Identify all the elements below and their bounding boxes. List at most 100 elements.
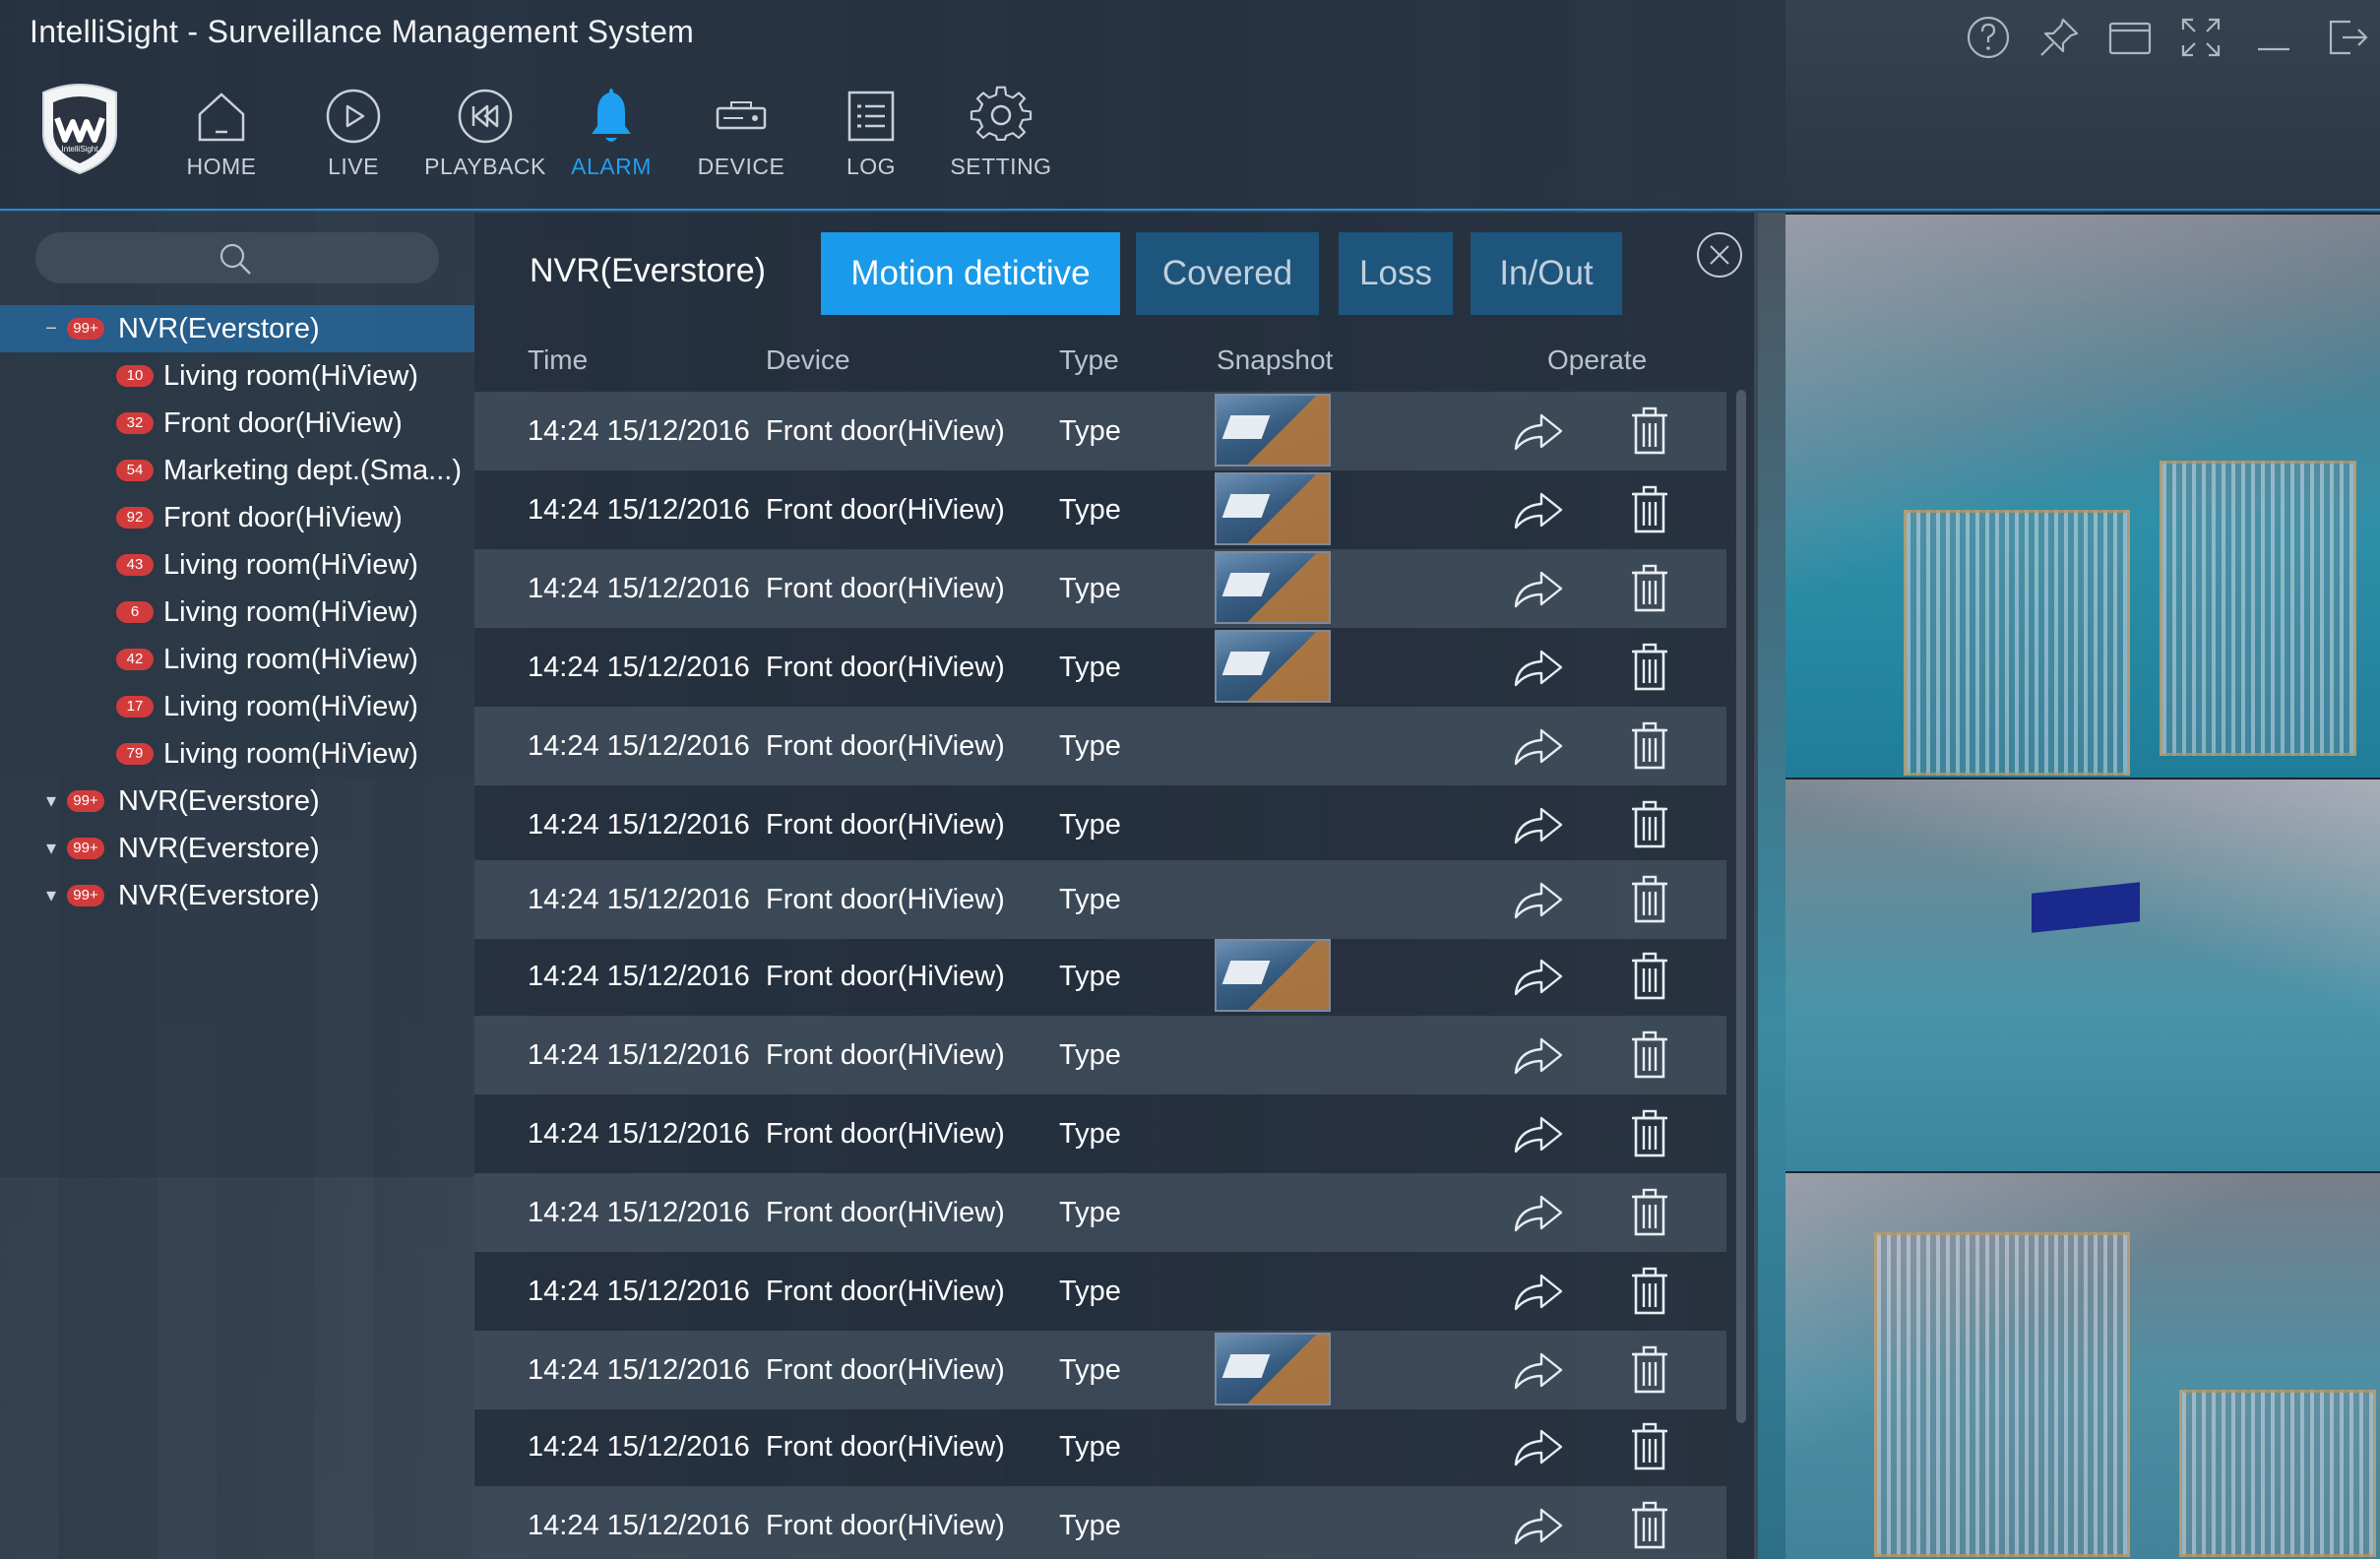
share-icon[interactable] — [1510, 1344, 1565, 1396]
nav-live-label: LIVE — [328, 154, 379, 179]
table-row[interactable]: 14:24 15/12/2016 Front door(HiView) Type — [474, 860, 1726, 939]
tree-item-camera[interactable]: 79 Living room(HiView) — [0, 730, 474, 778]
tree-group-nvr[interactable]: ▾ 99+ NVR(Everstore) — [0, 872, 474, 919]
share-icon[interactable] — [1510, 405, 1565, 457]
share-icon[interactable] — [1510, 1421, 1565, 1472]
chevron-down-icon[interactable]: ▾ — [39, 884, 63, 907]
tree-group-nvr[interactable]: − 99+ NVR(Everstore) — [0, 305, 474, 352]
logout-icon[interactable] — [2323, 14, 2370, 61]
tree-item-camera[interactable]: 92 Front door(HiView) — [0, 494, 474, 541]
table-row[interactable]: 14:24 15/12/2016 Front door(HiView) Type — [474, 1331, 1726, 1409]
close-icon[interactable] — [1695, 230, 1744, 280]
tree-item-camera[interactable]: 32 Front door(HiView) — [0, 400, 474, 447]
share-icon[interactable] — [1510, 563, 1565, 614]
alarm-type: Type — [1059, 494, 1121, 526]
scrollbar[interactable] — [1736, 390, 1746, 1423]
trash-icon[interactable] — [1628, 561, 1671, 616]
table-row[interactable]: 14:24 15/12/2016 Front door(HiView) Type — [474, 1173, 1726, 1252]
tab-loss[interactable]: Loss — [1339, 232, 1453, 315]
nav-log-label: LOG — [846, 154, 897, 179]
tree-item-camera[interactable]: 17 Living room(HiView) — [0, 683, 474, 730]
trash-icon[interactable] — [1628, 797, 1671, 852]
chevron-down-icon[interactable]: ▾ — [39, 789, 63, 813]
tree-item-camera[interactable]: 42 Living room(HiView) — [0, 636, 474, 683]
share-icon[interactable] — [1510, 1108, 1565, 1159]
minimize-icon[interactable] — [2250, 14, 2297, 61]
trash-icon[interactable] — [1628, 1342, 1671, 1398]
share-icon[interactable] — [1510, 484, 1565, 535]
help-icon[interactable] — [1965, 14, 2012, 61]
camera-feed[interactable] — [1785, 213, 2380, 778]
tree-item-camera[interactable]: 43 Living room(HiView) — [0, 541, 474, 589]
snapshot-thumbnail[interactable] — [1215, 939, 1331, 1012]
pin-icon[interactable] — [2036, 14, 2083, 61]
table-row[interactable]: 14:24 15/12/2016 Front door(HiView) Type — [474, 785, 1726, 864]
trash-icon[interactable] — [1628, 1106, 1671, 1161]
table-row[interactable]: 14:24 15/12/2016 Front door(HiView) Type — [474, 937, 1726, 1016]
tree-group-nvr[interactable]: ▾ 99+ NVR(Everstore) — [0, 778, 474, 825]
share-icon[interactable] — [1510, 1500, 1565, 1551]
share-icon[interactable] — [1510, 951, 1565, 1002]
nav-log[interactable]: LOG — [807, 85, 935, 183]
table-row[interactable]: 14:24 15/12/2016 Front door(HiView) Type — [474, 1407, 1726, 1486]
table-row[interactable]: 14:24 15/12/2016 Front door(HiView) Type — [474, 707, 1726, 785]
nav-device[interactable]: DEVICE — [677, 85, 805, 183]
share-icon[interactable] — [1510, 1187, 1565, 1238]
trash-icon[interactable] — [1628, 1028, 1671, 1083]
share-icon[interactable] — [1510, 1266, 1565, 1317]
alarm-device: Front door(HiView) — [766, 1118, 1005, 1150]
alarm-device: Front door(HiView) — [766, 415, 1005, 447]
collapse-icon[interactable]: − — [39, 317, 63, 341]
column-header-time: Time — [528, 344, 589, 375]
search-input[interactable] — [35, 232, 439, 283]
tab-motion-detective[interactable]: Motion detictive — [821, 232, 1120, 315]
table-row[interactable]: 14:24 15/12/2016 Front door(HiView) Type — [474, 1016, 1726, 1094]
tree-item-camera[interactable]: 10 Living room(HiView) — [0, 352, 474, 400]
tab-in-out[interactable]: In/Out — [1471, 232, 1622, 315]
nav-live[interactable]: LIVE — [289, 85, 417, 183]
snapshot-thumbnail[interactable] — [1215, 1333, 1331, 1405]
snapshot-thumbnail[interactable] — [1215, 551, 1331, 624]
alarm-count-badge: 17 — [116, 696, 154, 717]
trash-icon[interactable] — [1628, 1419, 1671, 1474]
trash-icon[interactable] — [1628, 640, 1671, 695]
tree-group-nvr[interactable]: ▾ 99+ NVR(Everstore) — [0, 825, 474, 872]
fullscreen-icon[interactable] — [2177, 14, 2224, 61]
tree-item-camera[interactable]: 54 Marketing dept.(Sma...) — [0, 447, 474, 494]
snapshot-thumbnail[interactable] — [1215, 630, 1331, 703]
alarm-device: Front door(HiView) — [766, 1354, 1005, 1386]
share-icon[interactable] — [1510, 1029, 1565, 1081]
table-row[interactable]: 14:24 15/12/2016 Front door(HiView) Type — [474, 628, 1726, 707]
trash-icon[interactable] — [1628, 872, 1671, 927]
trash-icon[interactable] — [1628, 1498, 1671, 1553]
window-icon[interactable] — [2106, 14, 2154, 61]
table-row[interactable]: 14:24 15/12/2016 Front door(HiView) Type — [474, 1252, 1726, 1331]
share-icon[interactable] — [1510, 720, 1565, 772]
trash-icon[interactable] — [1628, 718, 1671, 774]
table-row[interactable]: 14:24 15/12/2016 Front door(HiView) Type — [474, 549, 1726, 628]
chevron-down-icon[interactable]: ▾ — [39, 837, 63, 860]
share-icon[interactable] — [1510, 642, 1565, 693]
table-row[interactable]: 14:24 15/12/2016 Front door(HiView) Type — [474, 1486, 1726, 1559]
table-row[interactable]: 14:24 15/12/2016 Front door(HiView) Type — [474, 392, 1726, 470]
share-icon[interactable] — [1510, 874, 1565, 925]
trash-icon[interactable] — [1628, 482, 1671, 537]
share-icon[interactable] — [1510, 799, 1565, 850]
nav-home[interactable]: HOME — [157, 85, 285, 183]
trash-icon[interactable] — [1628, 1185, 1671, 1240]
alarm-device: Front door(HiView) — [766, 1431, 1005, 1463]
tab-covered[interactable]: Covered — [1136, 232, 1319, 315]
snapshot-thumbnail[interactable] — [1215, 472, 1331, 545]
nav-playback[interactable]: PLAYBACK — [421, 85, 549, 183]
trash-icon[interactable] — [1628, 1264, 1671, 1319]
nav-alarm[interactable]: ALARM — [547, 85, 675, 183]
camera-feed[interactable] — [1785, 1171, 2380, 1559]
snapshot-thumbnail[interactable] — [1215, 394, 1331, 467]
tree-item-camera[interactable]: 6 Living room(HiView) — [0, 589, 474, 636]
table-row[interactable]: 14:24 15/12/2016 Front door(HiView) Type — [474, 1094, 1726, 1173]
trash-icon[interactable] — [1628, 404, 1671, 459]
nav-setting[interactable]: SETTING — [937, 85, 1065, 183]
trash-icon[interactable] — [1628, 949, 1671, 1004]
camera-feed[interactable] — [1785, 778, 2380, 1171]
table-row[interactable]: 14:24 15/12/2016 Front door(HiView) Type — [474, 470, 1726, 549]
